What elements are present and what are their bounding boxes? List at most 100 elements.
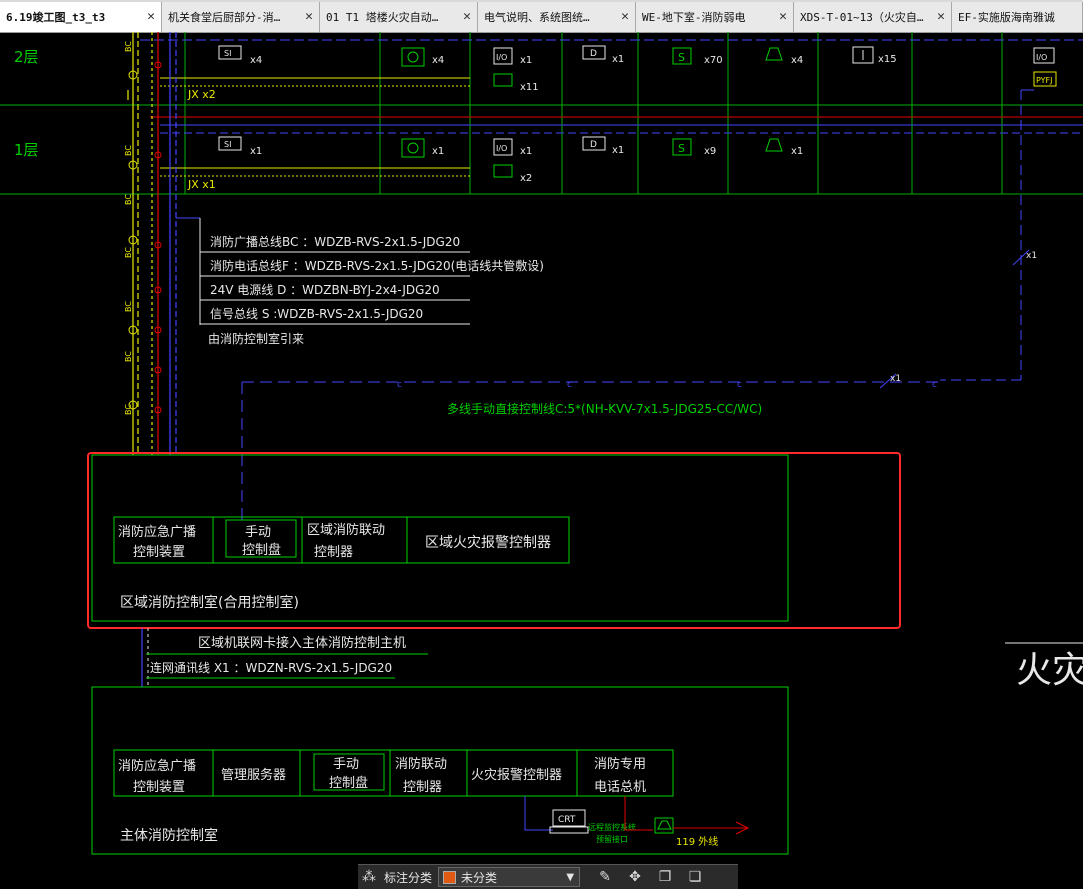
riser-bc-label: BC xyxy=(124,247,133,258)
layers-icon[interactable]: ⁂ xyxy=(358,866,380,888)
jx-label-floor2: JX x2 xyxy=(187,88,216,101)
smoke-detector-icon: S xyxy=(678,51,685,64)
floor1-devices: SI x1 x1 I/O x1 x2 D x1 S x9 x1 xyxy=(218,136,803,184)
device-count: x2 xyxy=(520,173,532,184)
jx-label-floor1: JX x1 xyxy=(187,178,216,191)
tab-label: 电气说明、系统图统… xyxy=(484,11,590,24)
alarm-icon xyxy=(765,47,783,61)
device-count: x70 xyxy=(704,55,723,66)
riser-bc-label: BC xyxy=(124,301,133,312)
unit-phone-host: 消防专用电话总机 xyxy=(594,756,646,795)
riser-bc-label: BC xyxy=(124,404,133,415)
telephone-icon xyxy=(657,820,672,830)
edit-icon[interactable]: ✎ xyxy=(594,866,616,888)
device-count: x1 xyxy=(520,146,532,157)
tab-6[interactable]: XDS-T-01~13（火灾自… ✕ xyxy=(794,2,952,32)
device-count: x11 xyxy=(520,82,539,93)
tab-1[interactable]: 6.19竣工图_t3_t3 ✕ xyxy=(0,2,162,32)
floor-label-2: 2层 xyxy=(14,48,39,66)
regional-room-title: 区域消防控制室(合用控制室) xyxy=(120,594,299,611)
close-icon[interactable]: ✕ xyxy=(937,9,945,24)
regional-control-room[interactable]: 消防应急广播控制装置 手动控制盘 区域消防联动控制器 区域火灾报警控制器 区域消… xyxy=(91,454,789,622)
device-count: x4 xyxy=(432,55,444,66)
legend-broadcast-bus: 消防广播总线BC ：WDZB-RVS-2x1.5-JDG20 xyxy=(210,234,460,249)
cable-legend: 消防广播总线BC ：WDZB-RVS-2x1.5-JDG20 消防电话总线F ：… xyxy=(176,217,544,346)
smoke-detector-icon: S xyxy=(678,142,685,155)
main-room-title: 主体消防控制室 xyxy=(120,827,218,844)
move-icon[interactable]: ✥ xyxy=(624,866,646,888)
unit-manual-panel: 手动控制盘 xyxy=(329,757,368,791)
annotation-toolbar: ⁂ 标注分类 未分类 ▼ ✎ ✥ ❐ ❏ xyxy=(358,864,738,889)
tab-7[interactable]: EF-实施版海南雅诚 xyxy=(952,2,1083,32)
unit-manual-panel: 手动控制盘 xyxy=(242,525,281,558)
legend-source-note: 由消防控制室引来 xyxy=(208,331,304,346)
close-icon[interactable]: ✕ xyxy=(463,9,471,24)
unit-management-server: 管理服务器 xyxy=(221,767,286,783)
speaker-module-icon: SI xyxy=(224,49,231,58)
unit-linkage-controller: 消防联动控制器 xyxy=(395,756,447,795)
device-count: x1 xyxy=(890,374,901,384)
crt-monitor-icon: CRT xyxy=(558,815,576,825)
device-count: x4 xyxy=(250,55,262,66)
close-icon[interactable]: ✕ xyxy=(779,9,787,24)
d-module-icon: D xyxy=(590,49,597,59)
manual-control-line-label: 多线手动直接控制线C:5*(NH-KVV-7x1.5-JDG25-CC/WC) xyxy=(447,401,762,416)
chevron-down-icon: ▼ xyxy=(566,871,575,883)
unit-broadcast-controller: 消防应急广播控制装置 xyxy=(118,758,196,795)
clipboard-icon[interactable]: ❏ xyxy=(684,866,706,888)
edge-title-fragment: 火灾 xyxy=(1016,650,1083,691)
floor-label-1: 1层 xyxy=(14,141,39,159)
close-icon[interactable]: ✕ xyxy=(305,9,313,24)
io-module-icon: I/O xyxy=(496,53,507,62)
toolbar-label: 标注分类 xyxy=(384,870,433,885)
tab-label: EF-实施版海南雅诚 xyxy=(958,11,1055,24)
tab-5[interactable]: WE-地下室-消防弱电 ✕ xyxy=(636,2,794,32)
main-control-room[interactable]: 消防应急广播控制装置 管理服务器 手动控制盘 消防联动控制器 火灾报警控制器 消… xyxy=(91,686,789,855)
close-icon[interactable]: ✕ xyxy=(621,9,629,24)
close-icon[interactable]: ✕ xyxy=(147,9,155,24)
tab-label: 01 T1 塔楼火灾自动… xyxy=(326,11,439,24)
category-select[interactable]: 未分类 ▼ xyxy=(438,867,581,887)
riser-bc-label: BC xyxy=(124,145,133,156)
tab-4[interactable]: 电气说明、系统图统… ✕ xyxy=(478,2,636,32)
legend-telephone-bus: 消防电话总线F ：WDZB-RVS-2x1.5-JDG20(电话线共管敷设) xyxy=(210,258,544,273)
cad-drawing-canvas[interactable]: 2层 1层 BC BC BC BC BC BC BC JX x2 JX x1 S… xyxy=(0,32,1083,889)
device-count: x4 xyxy=(791,55,803,66)
speaker-module-icon: SI xyxy=(224,140,231,149)
network-line-label: 连网通讯线 X1 ：WDZN-RVS-2x1.5-JDG20 xyxy=(150,660,392,675)
c-mark: c xyxy=(932,380,937,390)
tab-2[interactable]: 机关食堂后厨部分-消… ✕ xyxy=(162,2,320,32)
device-count: x1 xyxy=(1026,251,1037,261)
c-mark: c xyxy=(397,380,402,390)
tab-label: XDS-T-01~13（火灾自… xyxy=(800,11,924,24)
device-count: x1 xyxy=(612,145,624,156)
copy-icon[interactable]: ❐ xyxy=(654,866,676,888)
device-count: x9 xyxy=(704,146,716,157)
io-module-icon: I/O xyxy=(1036,53,1047,62)
device-count: x1 xyxy=(250,146,262,157)
io-module-icon: I/O xyxy=(496,144,507,153)
tab-label: 机关食堂后厨部分-消… xyxy=(168,11,281,24)
bell-icon xyxy=(407,51,419,63)
unit-broadcast-controller: 消防应急广播控制装置 xyxy=(118,524,196,560)
tab-3[interactable]: 01 T1 塔楼火灾自动… ✕ xyxy=(320,2,478,32)
device-count: x1 xyxy=(612,54,624,65)
legend-signal-bus: 信号总线 S :WDZB-RVS-2x1.5-JDG20 xyxy=(210,307,423,321)
unit-fire-alarm-controller: 火灾报警控制器 xyxy=(471,767,562,783)
alarm-icon xyxy=(765,138,783,152)
unit-linkage-controller: 区域消防联动控制器 xyxy=(307,522,385,560)
c-mark: c xyxy=(737,380,742,390)
bell-icon xyxy=(407,142,419,154)
device-count: x1 xyxy=(791,146,803,157)
d-module-icon: D xyxy=(590,140,597,150)
device-count: x15 xyxy=(878,54,897,65)
color-swatch xyxy=(443,870,457,884)
legend-power-line: 24V 电源线 D ：WDZBN-BYJ-2x4-JDG20 xyxy=(210,283,440,297)
external-line-label: 119 外线 xyxy=(676,835,718,848)
riser-bc-label: BC xyxy=(124,41,133,52)
device-count: x1 xyxy=(432,146,444,157)
unit-fire-alarm-controller: 区域火灾报警控制器 xyxy=(425,534,551,551)
remote-interface-label: 远程监控系统预留接口 xyxy=(588,822,636,844)
pyfj-label: PYFJ xyxy=(1036,76,1053,85)
riser-bc-label: BC xyxy=(124,351,133,362)
